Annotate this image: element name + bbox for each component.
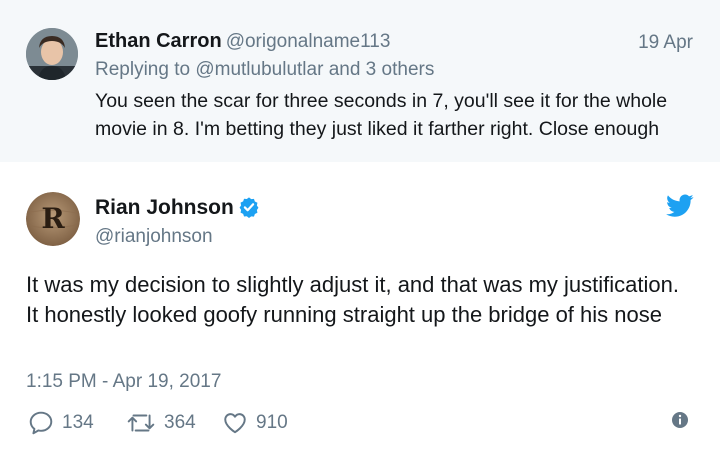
retweet-button[interactable]: 364 — [126, 410, 196, 436]
ethan-avatar[interactable] — [26, 28, 78, 80]
replying-to-others[interactable]: and 3 others — [329, 59, 435, 80]
reply-icon — [29, 411, 53, 435]
tweet-timestamp[interactable]: 1:15 PM - Apr 19, 2017 — [26, 371, 221, 393]
tweet-author-name[interactable]: Rian Johnson — [95, 196, 234, 219]
retweet-count: 364 — [164, 412, 196, 433]
reply-count: 134 — [62, 412, 94, 433]
twitter-bird-icon[interactable] — [666, 194, 694, 218]
like-button[interactable]: 910 — [222, 410, 288, 436]
tweet-text: It was my decision to slightly adjust it… — [26, 272, 679, 327]
replying-to-line: Replying to @mutlubulutlar and 3 others — [95, 59, 434, 81]
tweet-author-handle[interactable]: @rianjohnson — [95, 226, 213, 248]
reply-author-line: Ethan Carron @origonalname113 — [95, 30, 390, 53]
tweet-actions: 134 364 910 — [28, 410, 698, 438]
verified-badge-icon — [238, 196, 260, 224]
heart-icon — [224, 413, 246, 434]
replying-to-prefix: Replying to — [95, 59, 191, 80]
reply-text: You seen the scar for three seconds in 7… — [95, 90, 668, 140]
replied-tweet[interactable]: Ethan Carron @origonalname113 19 Apr Repl… — [0, 0, 720, 162]
avatar-letter: R — [41, 202, 65, 235]
reply-author-name[interactable]: Ethan Carron — [95, 30, 222, 52]
reply-date[interactable]: 19 Apr — [638, 32, 693, 54]
rian-avatar[interactable]: R — [26, 192, 80, 246]
reply-button[interactable]: 134 — [28, 410, 94, 436]
info-icon — [672, 412, 688, 428]
tweet-author-line: Rian Johnson — [95, 196, 260, 224]
like-count: 910 — [256, 412, 288, 433]
info-button[interactable] — [670, 410, 698, 430]
replying-to-mention[interactable]: @mutlubulutlar — [195, 59, 323, 80]
reply-author-handle[interactable]: @origonalname113 — [226, 31, 391, 52]
retweet-icon — [127, 414, 155, 432]
